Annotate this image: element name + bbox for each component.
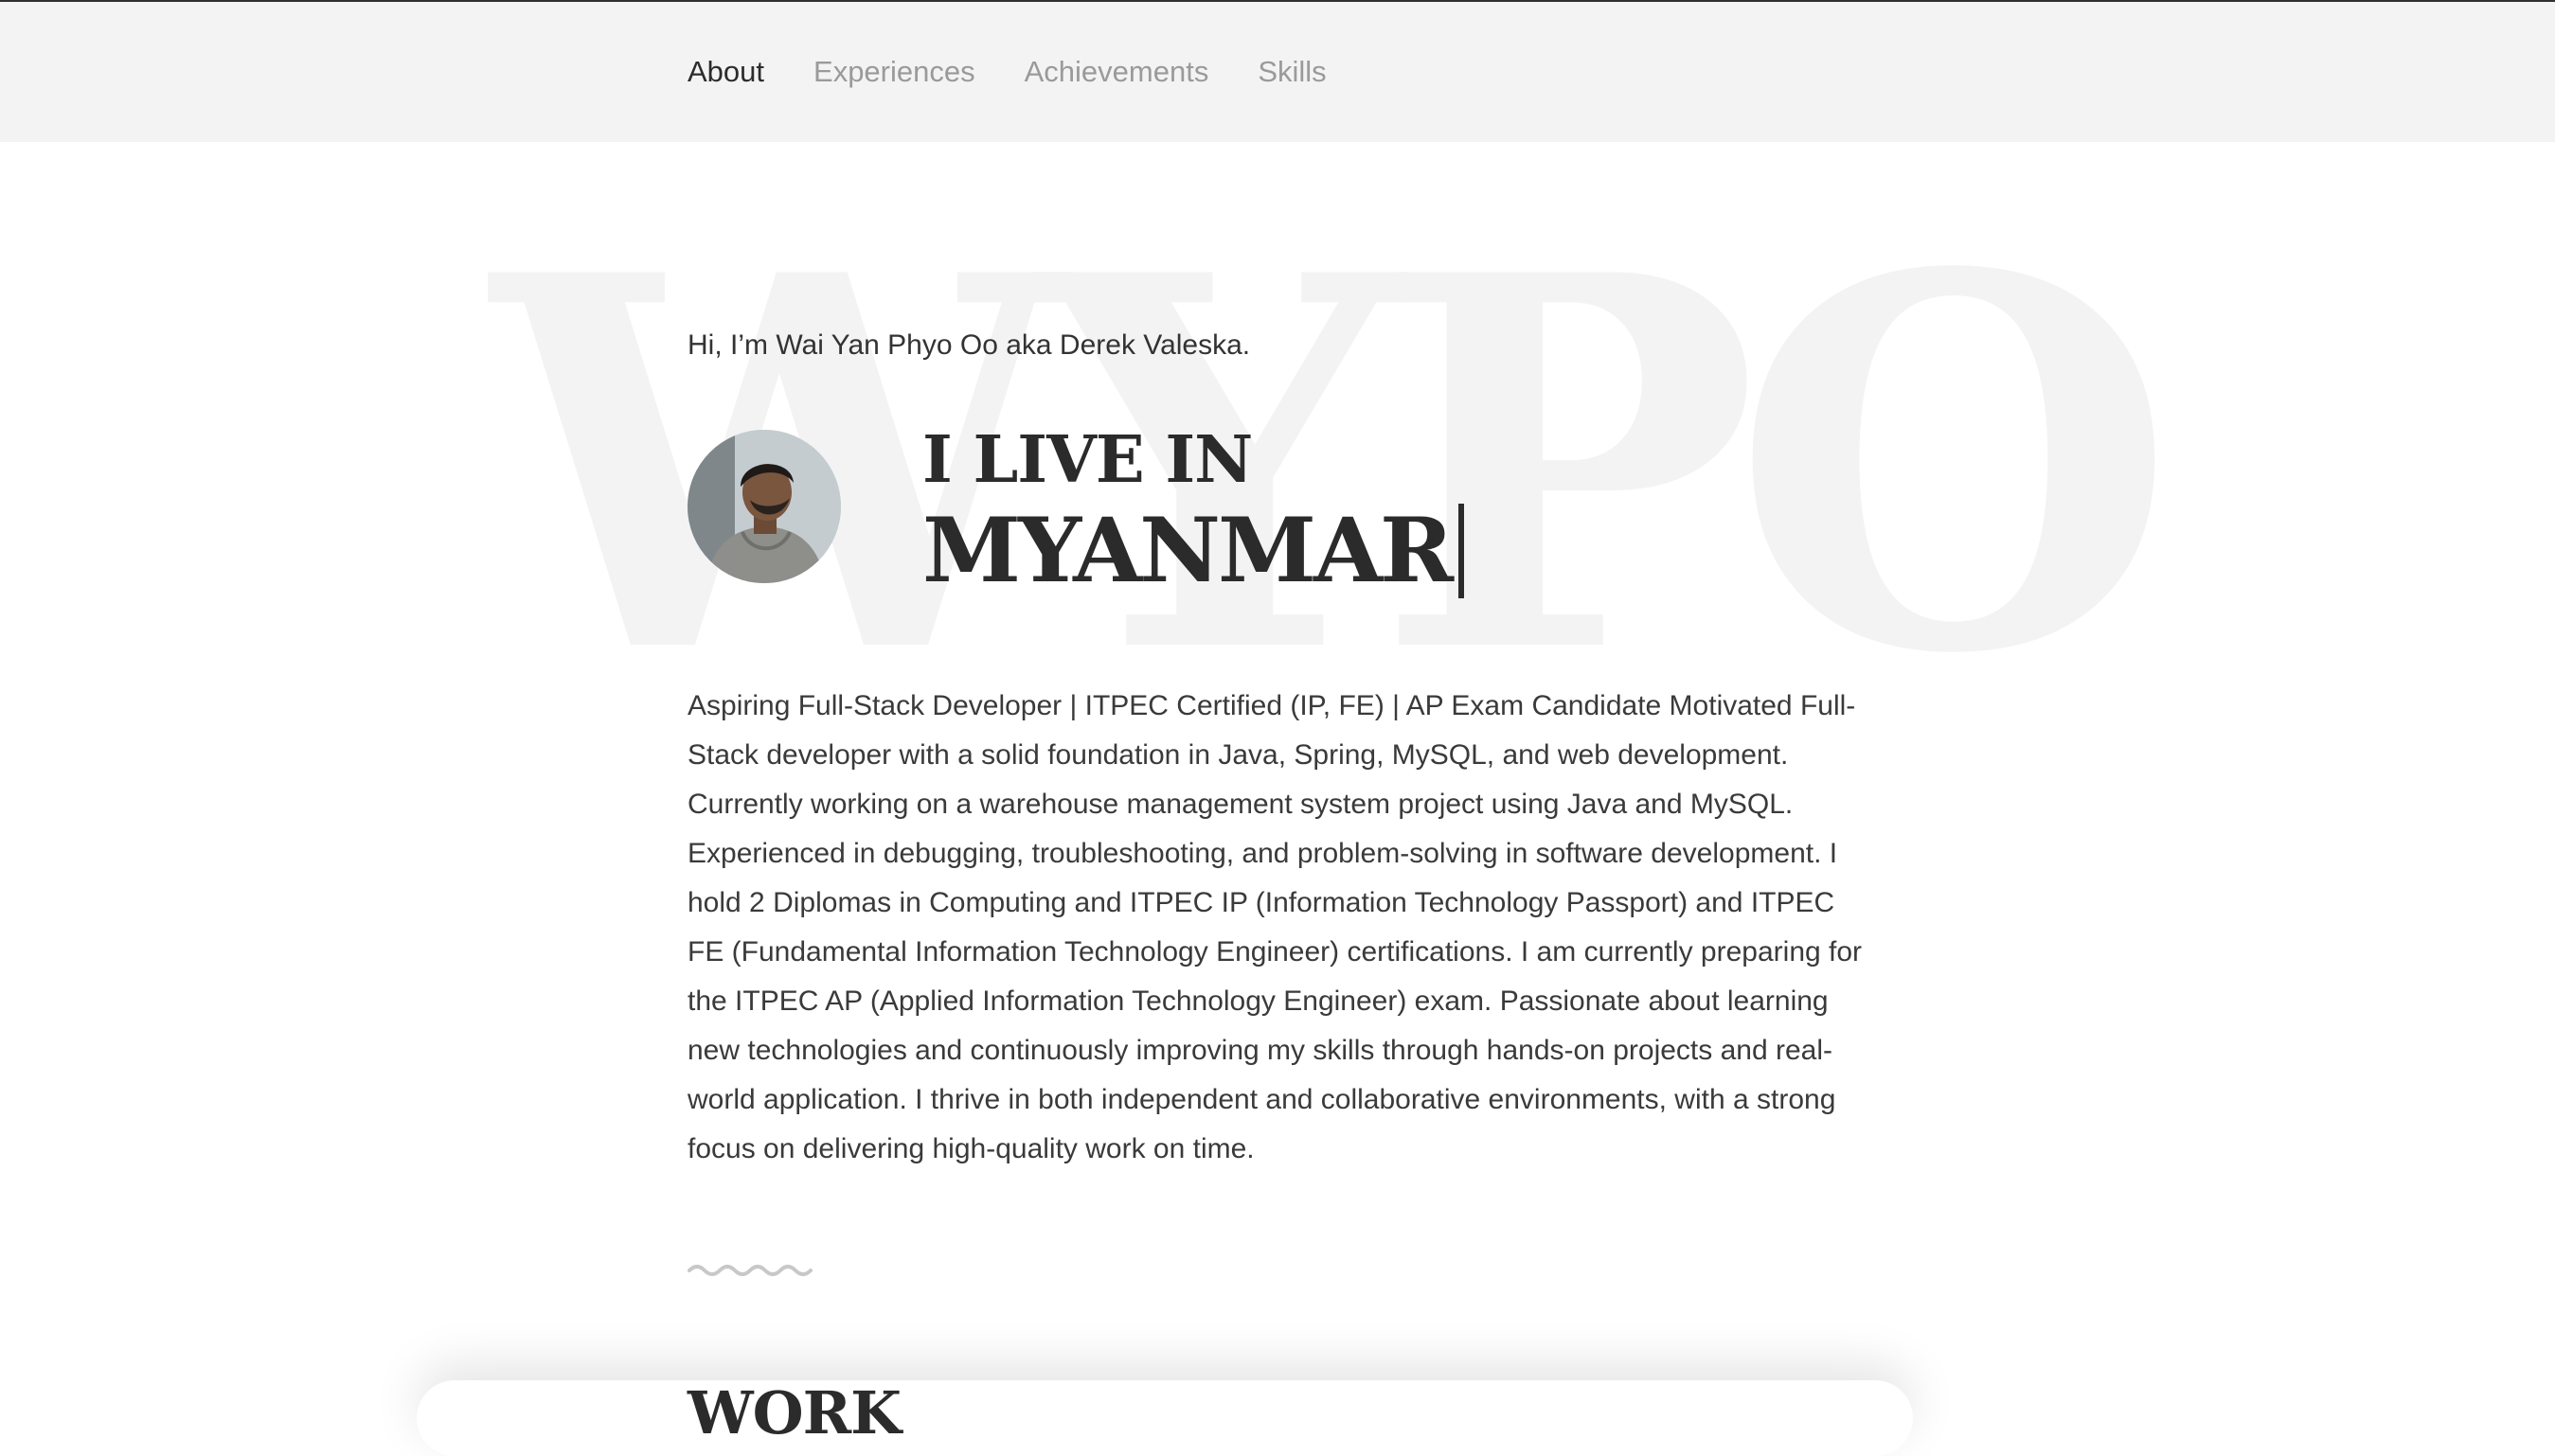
top-navbar: About Experiences Achievements Skills [0, 2, 2555, 142]
profile-photo-icon [688, 430, 841, 583]
main-nav: About Experiences Achievements Skills [688, 2, 1327, 142]
work-section-card [417, 1380, 1913, 1456]
wave-divider-icon [688, 1259, 814, 1283]
typing-cursor [1458, 504, 1465, 598]
nav-link-about[interactable]: About [688, 55, 764, 89]
nav-link-skills[interactable]: Skills [1258, 55, 1326, 89]
greeting-text: Hi, I’m Wai Yan Phyo Oo aka Derek Valesk… [688, 329, 1251, 361]
headline-line-2-wrapper: MYANMAR [922, 499, 1465, 603]
avatar [688, 430, 841, 583]
bio-paragraph: Aspiring Full-Stack Developer | ITPEC Ce… [688, 690, 1863, 1164]
headline-line-1: I LIVE IN [922, 422, 1253, 498]
nav-link-achievements[interactable]: Achievements [1025, 55, 1209, 89]
work-section-title: WORK [688, 1378, 902, 1447]
headline-location: MYANMAR [922, 499, 1454, 603]
headline: I LIVE IN MYANMAR [922, 422, 1465, 603]
nav-link-experiences[interactable]: Experiences [813, 55, 975, 89]
